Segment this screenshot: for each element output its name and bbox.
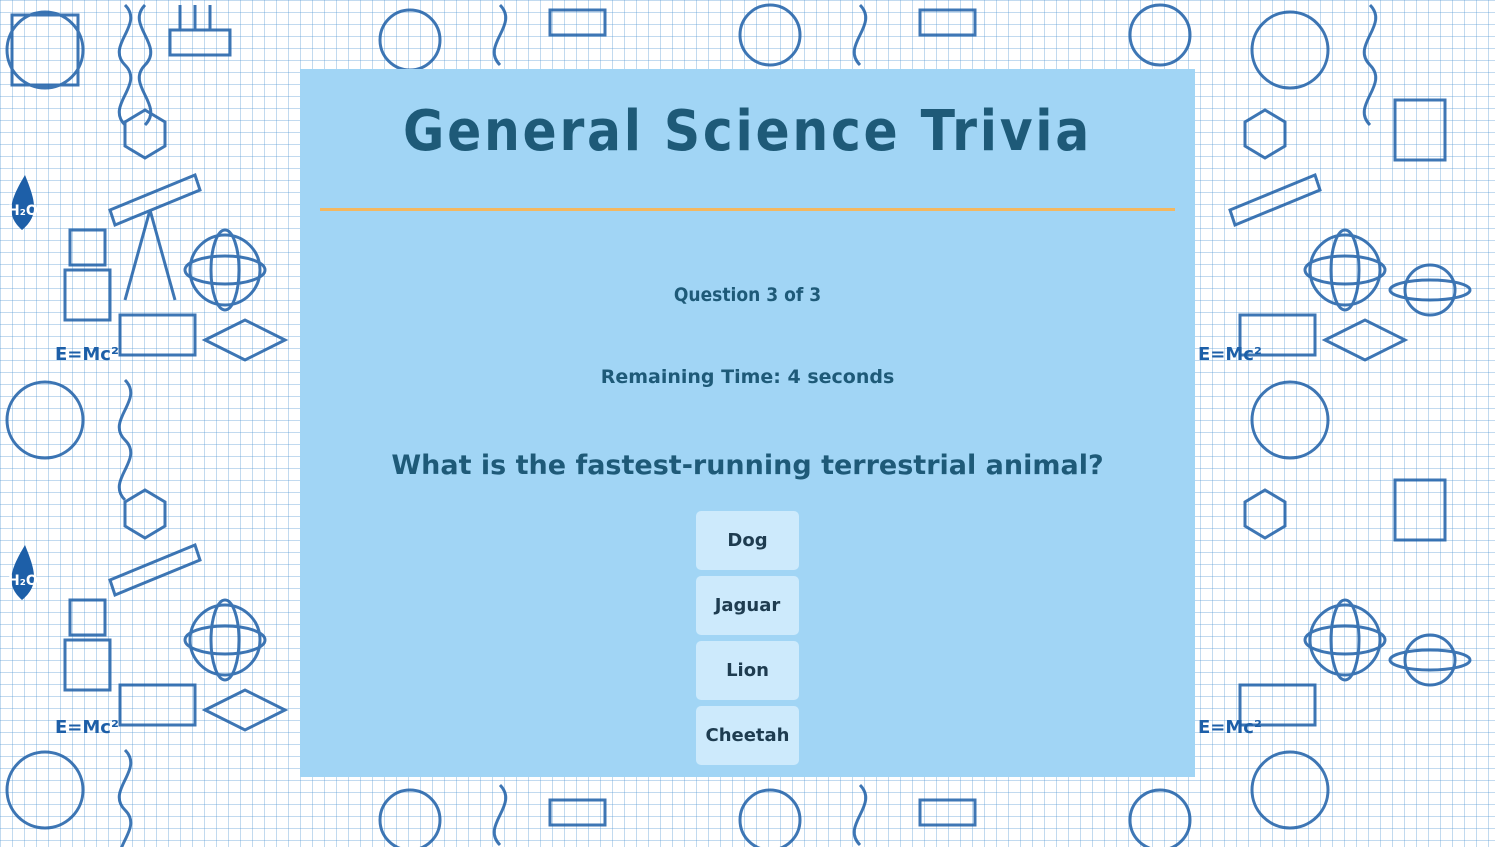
question-text: What is the fastest-running terrestrial … <box>391 450 1104 481</box>
title-divider <box>320 208 1175 211</box>
background-formula-text: E=Mc² <box>1198 344 1262 365</box>
answer-list: Dog Jaguar Lion Cheetah <box>696 511 799 771</box>
planet-icon <box>1403 263 1457 317</box>
atom-icon <box>188 233 262 307</box>
question-counter: Question 3 of 3 <box>673 284 822 306</box>
robot-icon <box>68 228 107 267</box>
background-formula-text: E=Mc² <box>55 717 119 738</box>
benzene-ring-icon <box>123 108 167 160</box>
answer-button-lion[interactable]: Lion <box>696 641 799 700</box>
remaining-time: Remaining Time: 4 seconds <box>600 366 895 388</box>
background-formula-text: E=Mc² <box>55 344 119 365</box>
answer-button-dog[interactable]: Dog <box>696 511 799 570</box>
background-formula-text: H₂O <box>8 573 38 589</box>
trivia-card: General Science Trivia Question 3 of 3 R… <box>300 69 1195 777</box>
dna-helix-icon <box>117 3 133 127</box>
vitruvian-man-icon <box>5 10 85 90</box>
answer-button-jaguar[interactable]: Jaguar <box>696 576 799 635</box>
answer-button-cheetah[interactable]: Cheetah <box>696 706 799 765</box>
graduation-cap-icon <box>201 318 289 362</box>
vitruvian-square-icon <box>10 13 80 87</box>
page-title: General Science Trivia <box>403 99 1092 164</box>
oscilloscope-icon <box>118 313 197 357</box>
background-formula-text: H₂O <box>8 203 38 219</box>
telescope-icon <box>108 173 202 227</box>
test-tube-rack-icon <box>168 28 232 57</box>
background-formula-text: E=Mc² <box>1198 717 1262 738</box>
title-area: General Science Trivia <box>300 99 1195 179</box>
